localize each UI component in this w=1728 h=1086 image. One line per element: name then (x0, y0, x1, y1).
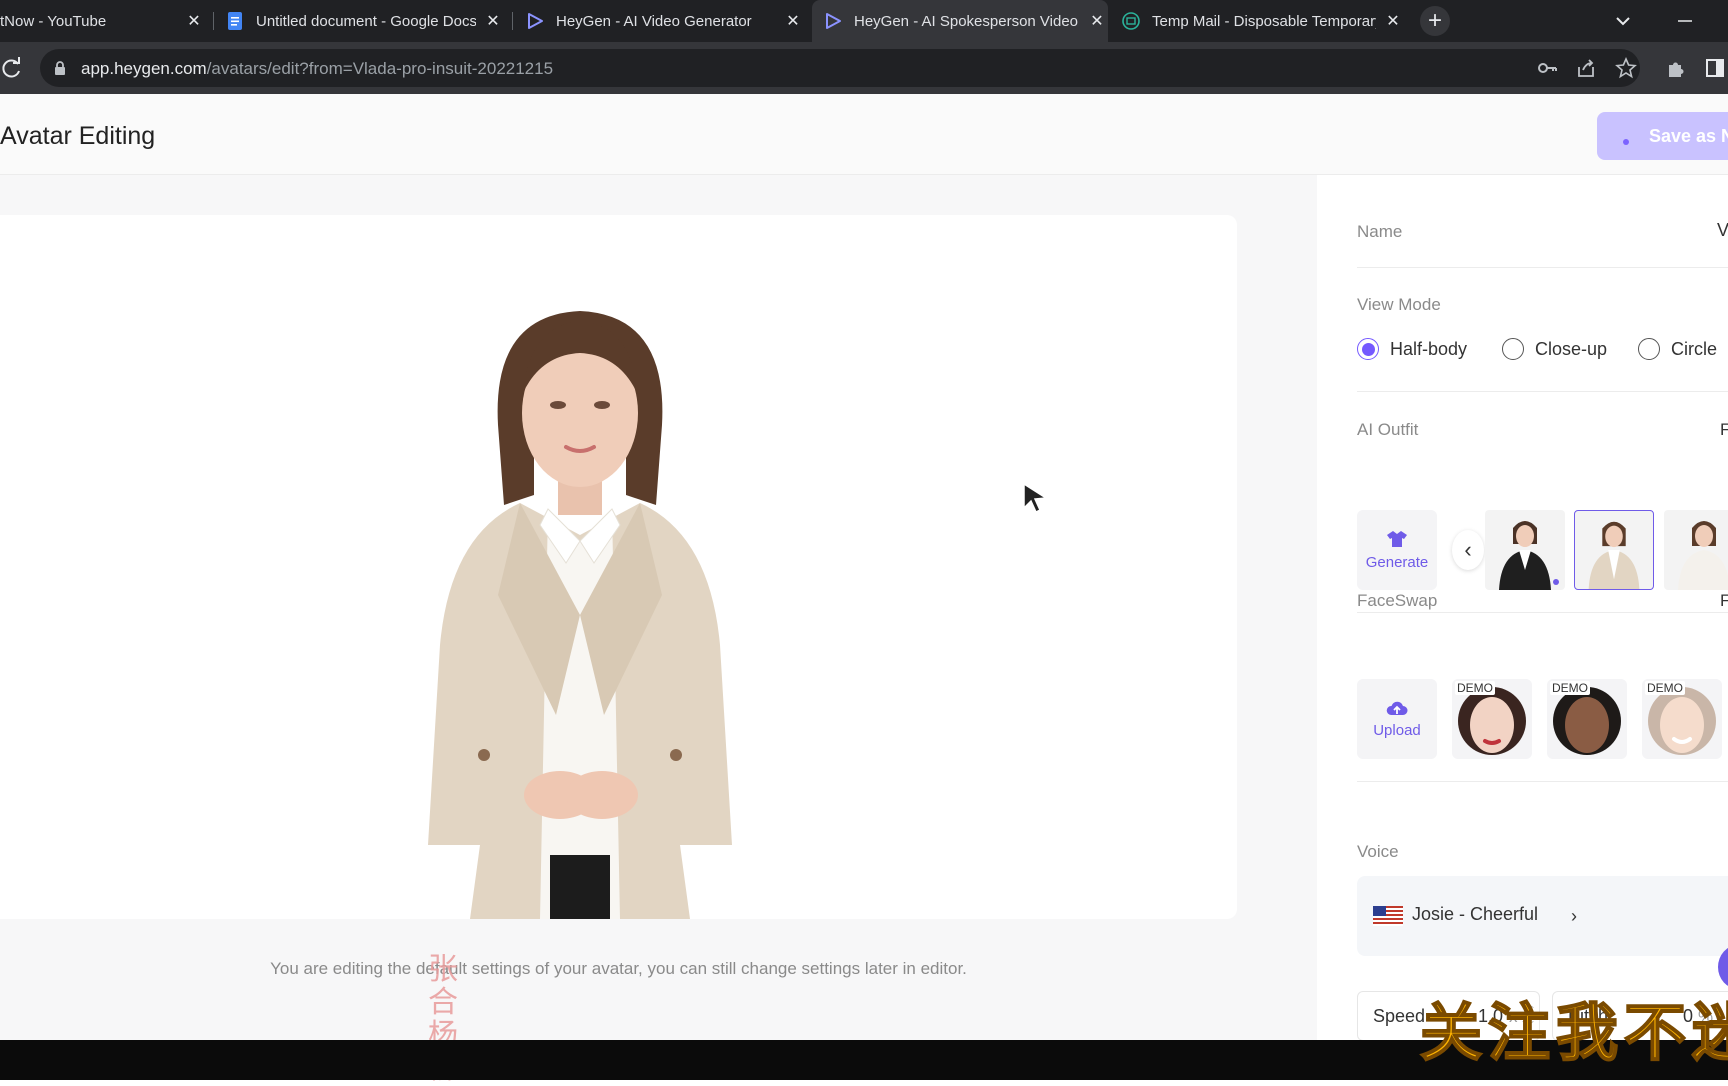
generate-label: Generate (1365, 553, 1429, 571)
ai-outfit-label: AI Outfit (1357, 420, 1419, 439)
tab-title: HeyGen - AI Spokesperson Video (854, 12, 1079, 30)
tab-heygen-video-generator[interactable]: HeyGen - AI Video Generator ✕ (526, 0, 804, 42)
cloud-upload-icon (1386, 701, 1408, 715)
radio-selected-icon (1357, 338, 1379, 360)
view-mode-half-body[interactable]: Half-body (1357, 338, 1467, 360)
tab-separator (213, 12, 214, 30)
editing-hint-text: You are editing the default settings of … (270, 959, 967, 978)
faceswap-more-link[interactable]: F (1720, 591, 1728, 611)
divider (1357, 267, 1728, 268)
tab-title: Untitled document - Google Docs (256, 12, 476, 30)
new-tab-button[interactable]: + (1420, 6, 1450, 36)
share-icon[interactable] (1575, 57, 1597, 79)
radio-empty-icon (1638, 338, 1660, 360)
tab-youtube[interactable]: tNow - YouTube ✕ (0, 0, 205, 42)
chevron-left-icon: ‹ (1464, 537, 1472, 562)
overlay-caption: 关注我不迷 (1419, 995, 1728, 1070)
generate-outfit-button[interactable]: Generate (1357, 510, 1437, 590)
close-icon[interactable]: ✕ (1382, 10, 1404, 32)
mouse-cursor-icon (1023, 482, 1049, 514)
heygen-icon (528, 13, 543, 29)
view-mode-label: View Mode (1357, 295, 1441, 314)
tab-temp-mail[interactable]: Temp Mail - Disposable Temporary ✕ (1122, 0, 1404, 42)
url-path: /avatars/edit?from=Vlada-pro-insuit-2022… (206, 59, 554, 78)
radio-label: Half-body (1390, 338, 1468, 359)
preview-area: You are editing the default settings of … (0, 175, 1317, 1085)
faceswap-demo-face-1[interactable]: DEMO (1452, 679, 1532, 759)
outfit-prev-button[interactable]: ‹ (1452, 530, 1484, 570)
voice-selector[interactable]: Josie - Cheerful › (1357, 876, 1728, 956)
tempmail-icon (1122, 12, 1140, 30)
tab-title: HeyGen - AI Video Generator (556, 12, 752, 30)
demo-badge: DEMO (1645, 681, 1685, 695)
close-icon[interactable]: ✕ (482, 10, 504, 32)
demo-badge: DEMO (1455, 681, 1495, 695)
extensions-icon[interactable] (1665, 57, 1687, 79)
minimize-icon[interactable] (1672, 8, 1698, 34)
watermark-seal: 张合杨柳 (428, 952, 458, 1085)
radio-empty-icon (1502, 338, 1524, 360)
star-icon[interactable] (1615, 57, 1637, 79)
close-icon[interactable]: ✕ (183, 10, 205, 32)
outfit-image (1588, 521, 1640, 589)
faceswap-upload-button[interactable]: Upload (1357, 679, 1437, 759)
page: Avatar Editing Save as N You are editing… (0, 94, 1728, 1085)
outfit-thumbnail-beige-blazer-selected[interactable] (1574, 510, 1654, 590)
url-host: app.heygen.com (81, 59, 207, 78)
page-header: Avatar Editing Save as N (0, 94, 1728, 175)
page-title: Avatar Editing (0, 122, 156, 150)
divider (1357, 612, 1728, 613)
view-mode-circle[interactable]: Circle (1638, 338, 1717, 360)
tab-google-docs[interactable]: Untitled document - Google Docs ✕ (226, 0, 504, 42)
chevron-right-icon: › (1571, 906, 1577, 926)
speed-label: Speed (1373, 1006, 1426, 1026)
side-panel-icon[interactable] (1704, 57, 1726, 79)
loading-dot-icon (1623, 139, 1629, 145)
radio-label: Close-up (1535, 338, 1608, 359)
tab-title: tNow - YouTube (0, 12, 107, 30)
name-label: Name (1357, 222, 1403, 241)
save-button-label: Save as N (1649, 125, 1728, 146)
close-icon[interactable]: ✕ (1086, 10, 1108, 32)
faceswap-demo-face-2[interactable]: DEMO (1547, 679, 1627, 759)
ai-outfit-more-link[interactable]: F (1720, 420, 1728, 440)
key-icon[interactable] (1536, 57, 1558, 79)
lock-icon[interactable] (52, 60, 68, 76)
settings-panel: Name V View Mode Half-body Close-up Circ… (1317, 175, 1728, 1041)
upload-label: Upload (1373, 721, 1421, 739)
divider (1357, 391, 1728, 392)
voice-label: Voice (1357, 842, 1399, 861)
close-icon[interactable]: ✕ (782, 10, 804, 32)
tab-title: Temp Mail - Disposable Temporary (1152, 12, 1376, 30)
avatar-preview-card (0, 215, 1237, 919)
outfit-image (1499, 521, 1559, 590)
heygen-icon (826, 13, 841, 29)
tab-separator (512, 12, 513, 30)
tab-heygen-spokesperson[interactable]: HeyGen - AI Spokesperson Video ✕ (812, 0, 1108, 42)
outfit-thumbnail-black-suit[interactable] (1485, 510, 1565, 590)
outfit-thumbnail-white[interactable] (1664, 510, 1728, 590)
url-text[interactable]: app.heygen.com/avatars/edit?from=Vlada-p… (81, 59, 553, 79)
shirt-icon (1387, 530, 1407, 547)
faceswap-label: FaceSwap (1357, 591, 1438, 610)
avatar-image (428, 311, 732, 919)
outfit-image (1678, 521, 1728, 590)
demo-badge: DEMO (1550, 681, 1590, 695)
browser-tab-bar: tNow - YouTube ✕ Untitled document - Goo… (0, 0, 1728, 42)
view-mode-close-up[interactable]: Close-up (1502, 338, 1607, 360)
us-flag-icon (1373, 906, 1403, 926)
faceswap-demo-face-3[interactable]: DEMO (1642, 679, 1722, 759)
radio-label: Circle (1671, 338, 1718, 359)
google-docs-icon (228, 12, 242, 30)
reload-icon[interactable] (0, 56, 24, 80)
chevron-down-icon[interactable] (1610, 8, 1636, 34)
save-as-new-button[interactable]: Save as N (1597, 112, 1728, 160)
voice-name: Josie - Cheerful (1412, 904, 1539, 924)
name-value[interactable]: V (1717, 220, 1728, 241)
divider (1357, 781, 1728, 782)
